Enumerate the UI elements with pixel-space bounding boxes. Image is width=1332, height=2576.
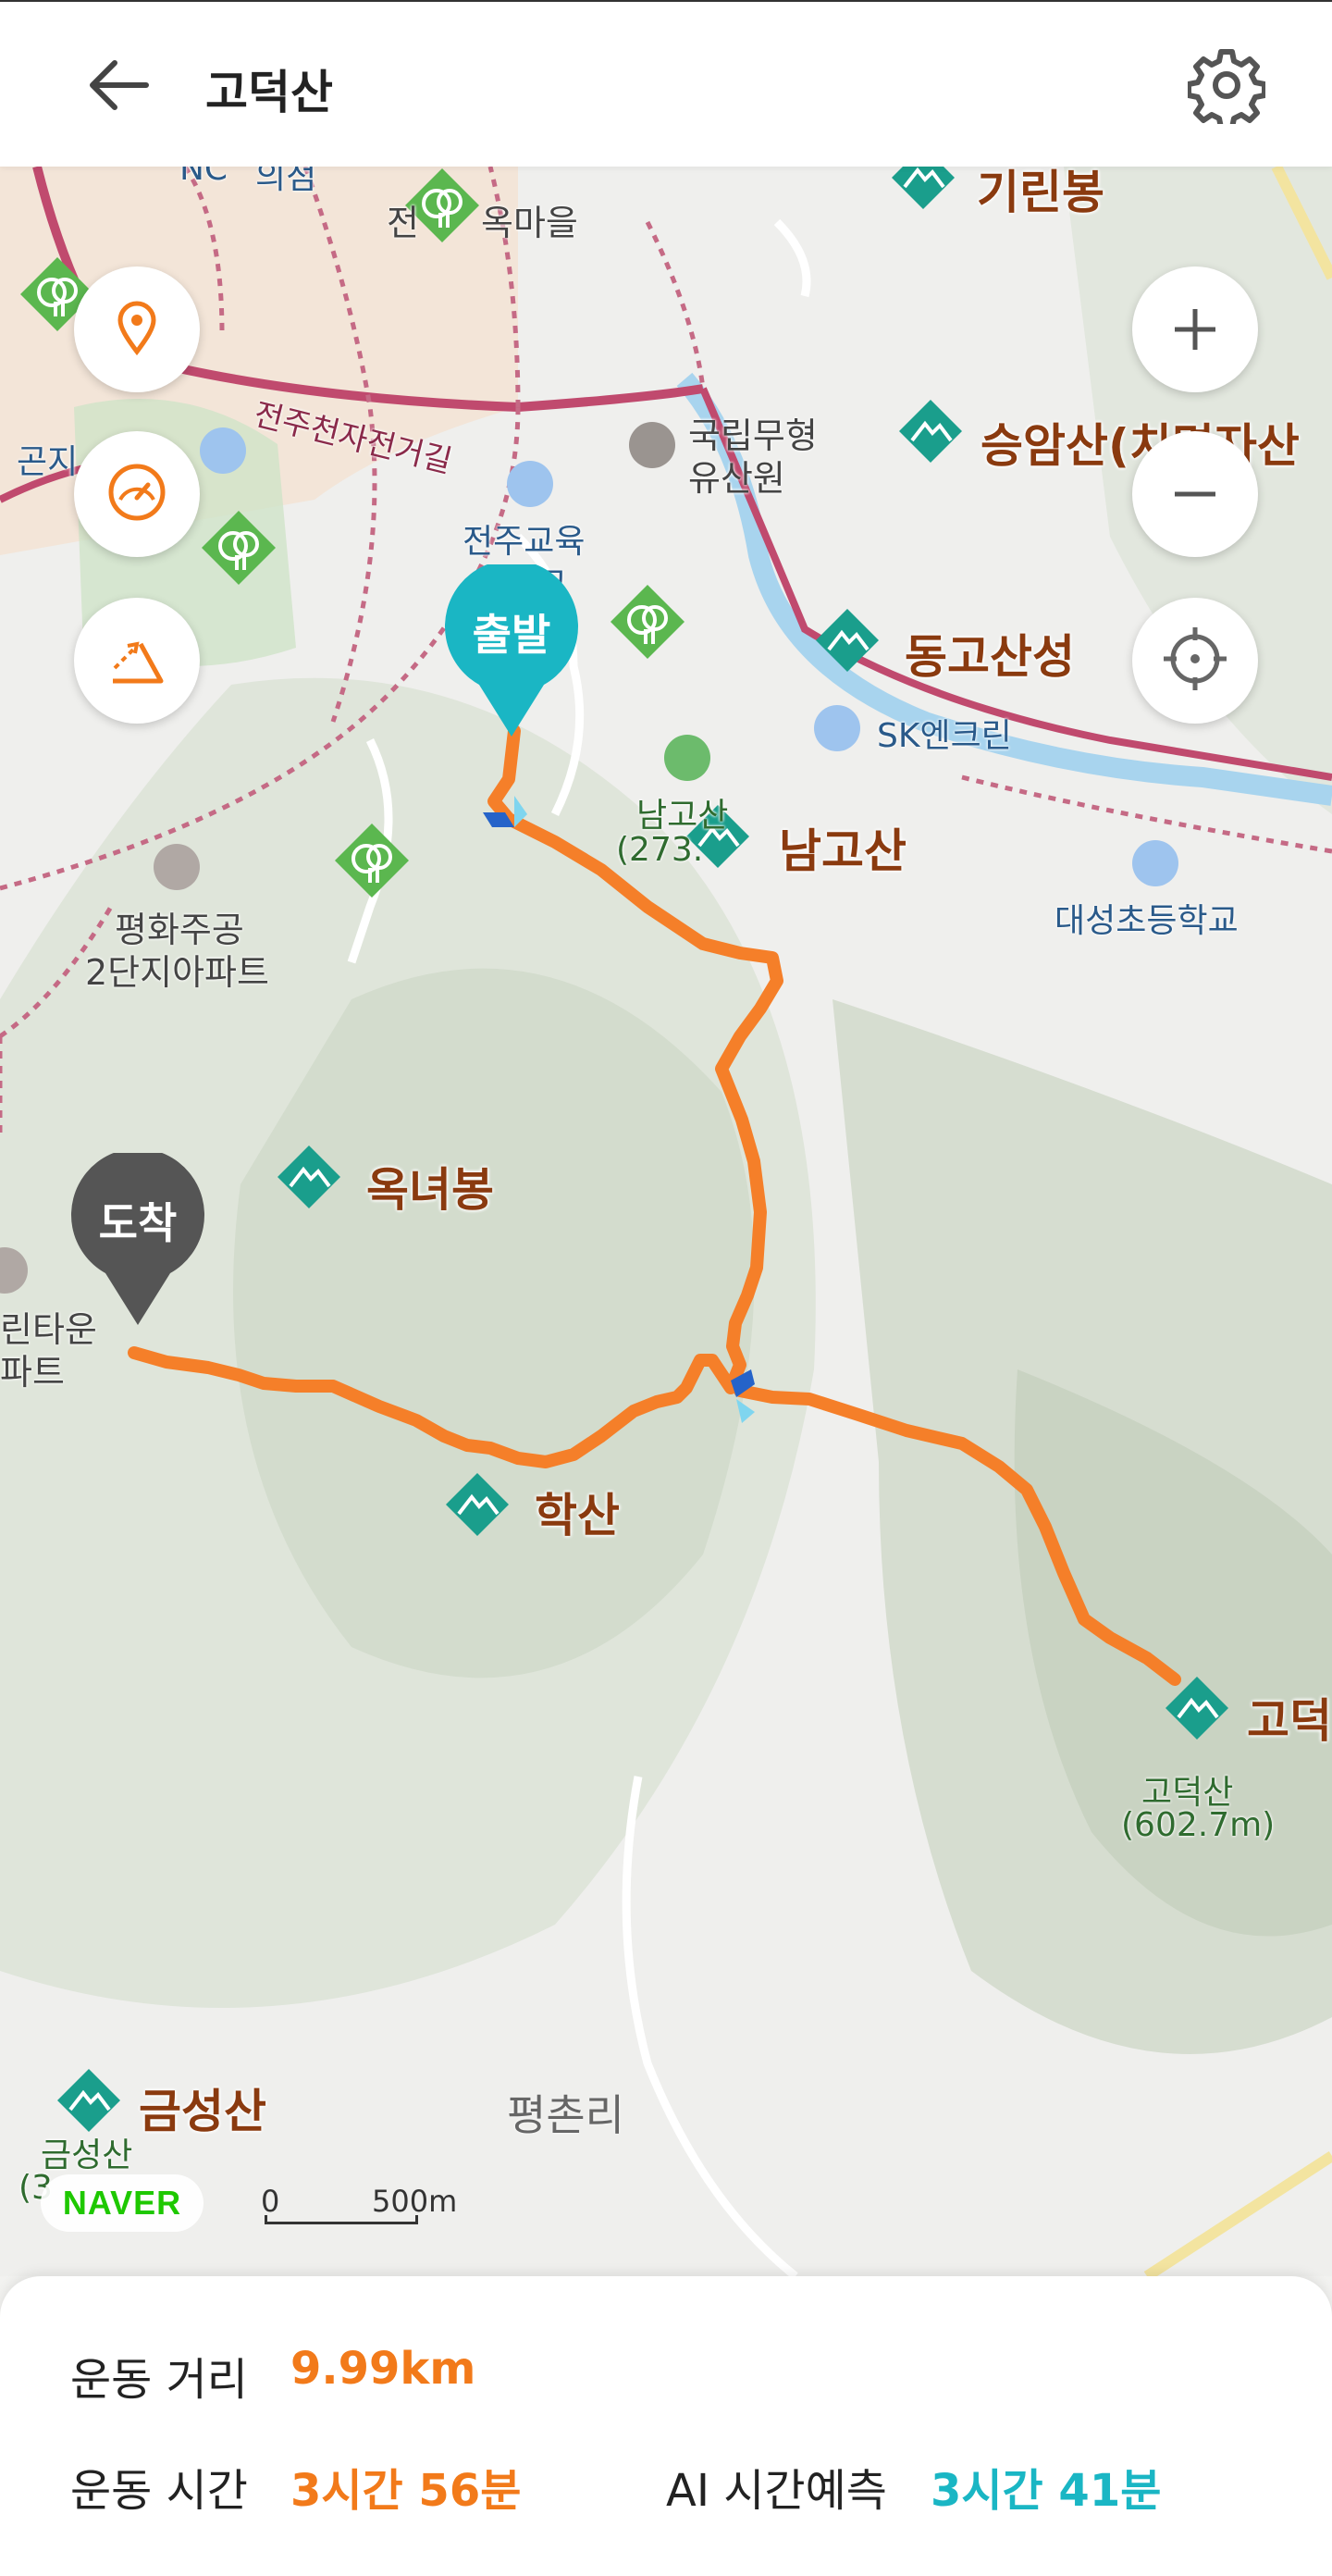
arrow-left-icon[interactable] bbox=[81, 48, 155, 122]
speedometer-icon bbox=[104, 459, 170, 529]
scale-bar bbox=[265, 2215, 418, 2224]
apartment-poi-icon bbox=[154, 844, 200, 890]
gas-station-icon bbox=[814, 705, 860, 751]
location-pin-icon bbox=[107, 298, 166, 361]
school-poi-icon bbox=[1132, 840, 1178, 886]
peak-icon bbox=[897, 398, 964, 464]
place-label: 의점 bbox=[255, 167, 317, 196]
peak-icon bbox=[814, 607, 881, 674]
peak-icon bbox=[444, 1471, 511, 1538]
peak-icon bbox=[56, 2067, 122, 2134]
park-tree-icon bbox=[333, 822, 411, 899]
peak-label: 금성산 bbox=[139, 2085, 266, 2138]
slope-button[interactable] bbox=[74, 598, 200, 724]
slope-icon bbox=[104, 625, 170, 696]
gear-icon[interactable] bbox=[1186, 46, 1267, 130]
start-marker[interactable]: 출발 bbox=[442, 560, 581, 740]
peak-sub-elevation: (602.7m) bbox=[1121, 1806, 1276, 1844]
start-marker-label: 출발 bbox=[472, 610, 551, 660]
naver-logo: NAVER bbox=[41, 2174, 204, 2232]
peak-sub-label: 남고산 bbox=[636, 797, 729, 835]
museum-poi-icon bbox=[629, 422, 675, 468]
map-view[interactable]: 남고산 동고산성 옥녀봉 학산 고덕 금성산 승암산(치명자산 기린봉 남고산 … bbox=[0, 167, 1332, 2276]
peak-icon bbox=[1164, 1675, 1230, 1741]
time-label: 운동 시간 bbox=[70, 2465, 248, 2517]
village-label: 평촌리 bbox=[507, 2090, 624, 2140]
end-marker-label: 도착 bbox=[98, 1198, 178, 1248]
place-label: 전주교육 bbox=[462, 523, 586, 561]
peak-label: 옥녀봉 bbox=[366, 1163, 494, 1217]
scale-zero: 0 bbox=[261, 2184, 280, 2219]
location-pin-button[interactable] bbox=[74, 266, 200, 392]
time-value: 3시간 56분 bbox=[290, 2465, 522, 2517]
peak-icon bbox=[890, 167, 956, 211]
top-bar: 고덕산 bbox=[0, 0, 1332, 167]
park-tree-icon bbox=[200, 509, 278, 587]
distance-label: 운동 거리 bbox=[70, 2354, 248, 2406]
park-tree-icon bbox=[609, 583, 686, 661]
place-label: 곤지 bbox=[17, 443, 79, 481]
peak-label: 남고산 bbox=[779, 824, 906, 878]
locate-button[interactable] bbox=[1132, 598, 1258, 724]
map-scale: 0 500m bbox=[261, 2184, 457, 2224]
ai-prediction-value: 3시간 41분 bbox=[931, 2465, 1162, 2517]
place-label: 옥마을 bbox=[481, 203, 578, 243]
ai-prediction-label: AI 시간예측 bbox=[666, 2465, 887, 2517]
crosshair-icon bbox=[1160, 624, 1230, 698]
zoom-in-button[interactable] bbox=[1132, 266, 1258, 392]
peak-label: 고덕 bbox=[1247, 1694, 1332, 1748]
peak-label: 학산 bbox=[535, 1489, 620, 1542]
place-label: SK엔크린 bbox=[877, 717, 1012, 755]
place-label: 2단지아파트 bbox=[85, 952, 269, 993]
page-title: 고덕산 bbox=[205, 66, 333, 119]
place-label: 파트 bbox=[0, 1352, 65, 1393]
distance-value: 9.99km bbox=[290, 2343, 476, 2395]
place-label: NC bbox=[179, 167, 228, 188]
place-label: 유산원 bbox=[688, 458, 785, 499]
mountain-info-icon bbox=[664, 735, 710, 781]
scale-distance: 500m bbox=[372, 2184, 458, 2219]
school-poi-icon bbox=[507, 461, 553, 507]
peak-icon bbox=[276, 1144, 342, 1210]
place-label: 전 bbox=[387, 203, 419, 243]
end-marker[interactable]: 도착 bbox=[68, 1148, 207, 1329]
peak-sub-label: 금성산 bbox=[41, 2136, 133, 2174]
zoom-out-button[interactable] bbox=[1132, 431, 1258, 557]
school-poi-icon bbox=[200, 427, 246, 474]
peak-sub-elevation: (273. bbox=[616, 831, 704, 869]
stats-panel: 운동 거리 9.99km 운동 시간 3시간 56분 AI 시간예측 3시간 4… bbox=[0, 2276, 1332, 2576]
peak-label: 기린봉 bbox=[977, 167, 1104, 219]
speedometer-button[interactable] bbox=[74, 431, 200, 557]
peak-label: 동고산성 bbox=[905, 630, 1075, 684]
place-label: 대성초등학교 bbox=[1054, 902, 1239, 940]
